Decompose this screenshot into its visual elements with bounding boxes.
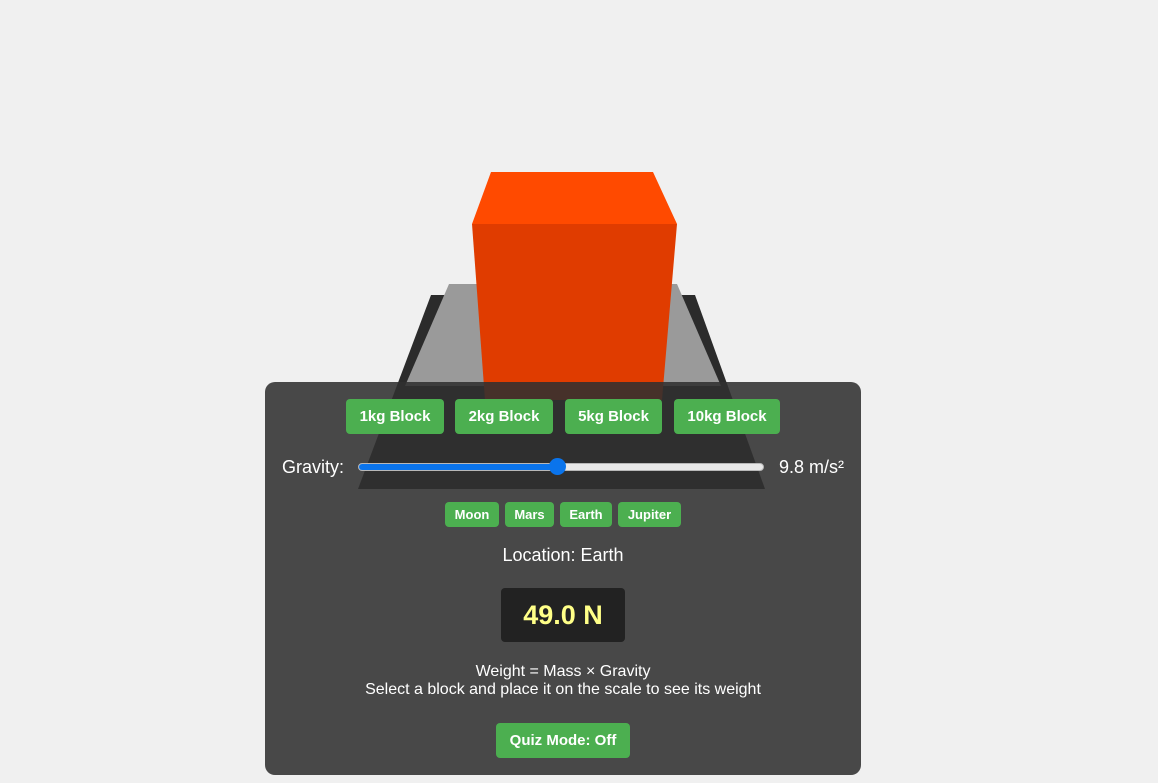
- quiz-mode-button[interactable]: Quiz Mode: Off: [496, 723, 630, 758]
- gravity-slider-thumb[interactable]: [548, 458, 566, 475]
- block-2kg-button[interactable]: 2kg Block: [455, 399, 553, 434]
- planet-mars-button[interactable]: Mars: [505, 502, 554, 527]
- gravity-slider-fill: [359, 464, 557, 470]
- gravity-value: 9.8 m/s²: [779, 457, 845, 477]
- formula-text: Weight = Mass × Gravity: [475, 663, 651, 680]
- gravity-label: Gravity:: [282, 457, 345, 477]
- weight-readout: 49.0 N: [501, 588, 625, 642]
- block-1kg-button[interactable]: 1kg Block: [346, 399, 444, 434]
- block-5kg-button[interactable]: 5kg Block: [565, 399, 662, 434]
- location-label: Location: Earth: [502, 545, 624, 565]
- gravity-slider[interactable]: [358, 458, 764, 475]
- block-front-face: [472, 224, 677, 400]
- simulation-stage: 1kg Block 2kg Block 5kg Block 10kg Block…: [0, 0, 1158, 783]
- block-top-face: [472, 172, 677, 224]
- planet-jupiter-button[interactable]: Jupiter: [618, 502, 681, 527]
- planet-earth-button[interactable]: Earth: [560, 502, 612, 527]
- instructions-text: Select a block and place it on the scale…: [365, 681, 761, 698]
- weight-block[interactable]: [472, 172, 677, 400]
- planet-moon-button[interactable]: Moon: [445, 502, 499, 527]
- block-10kg-button[interactable]: 10kg Block: [674, 399, 780, 434]
- control-panel: 1kg Block 2kg Block 5kg Block 10kg Block…: [265, 382, 861, 775]
